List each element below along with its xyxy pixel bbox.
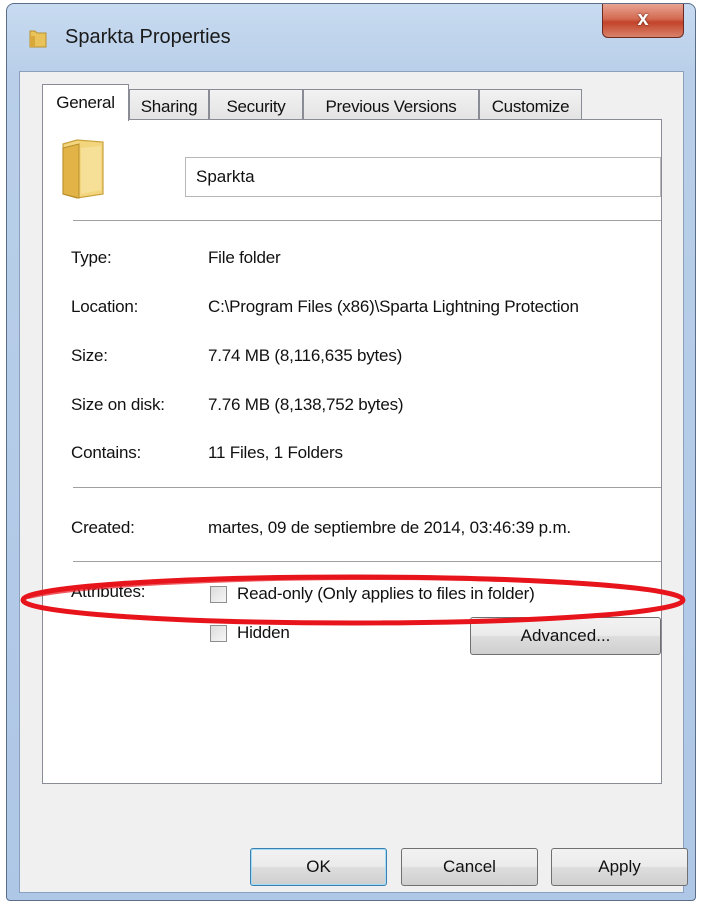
advanced-button[interactable]: Advanced... — [470, 617, 661, 655]
contains-value: 11 Files, 1 Folders — [208, 443, 343, 462]
tab-general[interactable]: General — [42, 84, 129, 121]
window-title: Sparkta Properties — [65, 26, 231, 48]
tab-customize[interactable]: Customize — [479, 89, 582, 120]
size-on-disk-value: 7.76 MB (8,138,752 bytes) — [208, 395, 404, 414]
cancel-button[interactable]: Cancel — [401, 848, 538, 886]
folder-icon — [29, 30, 47, 48]
dialog-client-area: General Sharing Security Previous Versio… — [19, 71, 688, 893]
folder-large-icon — [62, 139, 104, 199]
location-value: C:\Program Files (x86)\Sparta Lightning … — [208, 297, 579, 316]
contains-label: Contains: — [71, 443, 142, 462]
location-label: Location: — [71, 297, 139, 316]
created-label: Created: — [71, 518, 135, 537]
close-icon: x — [637, 8, 649, 30]
attributes-label: Attributes: — [71, 582, 146, 601]
properties-window: Sparkta Properties x General Sharing Sec… — [6, 3, 696, 901]
hidden-label[interactable]: Hidden — [237, 623, 290, 643]
apply-button[interactable]: Apply — [551, 848, 688, 886]
created-value: martes, 09 de septiembre de 2014, 03:46:… — [208, 518, 571, 537]
tab-security[interactable]: Security — [209, 89, 303, 120]
size-on-disk-label: Size on disk: — [71, 395, 165, 414]
close-button[interactable]: x — [602, 4, 684, 38]
folder-name-input[interactable] — [185, 157, 661, 197]
divider-middle — [73, 487, 661, 488]
readonly-label[interactable]: Read-only (Only applies to files in fold… — [237, 584, 535, 604]
title-bar[interactable]: Sparkta Properties x — [7, 4, 695, 72]
divider-top — [73, 220, 661, 221]
size-label: Size: — [71, 346, 108, 365]
readonly-checkbox[interactable] — [210, 586, 227, 603]
tab-previous-versions[interactable]: Previous Versions — [303, 89, 479, 120]
ok-button[interactable]: OK — [250, 848, 387, 886]
type-label: Type: — [71, 248, 112, 267]
hidden-checkbox[interactable] — [210, 625, 227, 642]
size-value: 7.74 MB (8,116,635 bytes) — [208, 346, 403, 365]
divider-bottom — [73, 561, 661, 562]
general-tab-panel: Type: File folder Location: C:\Program F… — [42, 119, 662, 784]
type-value: File folder — [208, 248, 281, 267]
tab-sharing[interactable]: Sharing — [129, 89, 209, 120]
